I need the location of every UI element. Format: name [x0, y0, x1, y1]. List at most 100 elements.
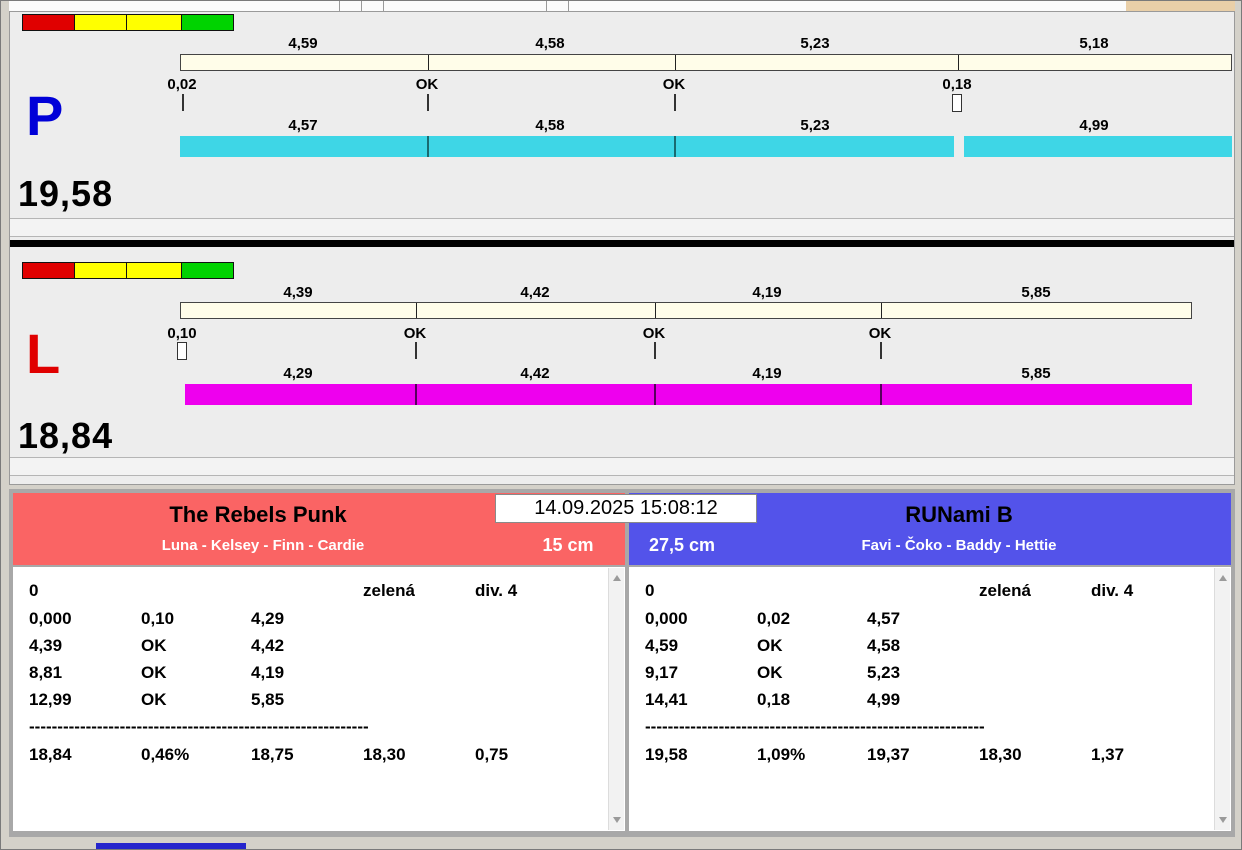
- p-exchange-status: OK: [382, 76, 472, 93]
- team-members: Favi - Čoko - Baddy - Hettie: [729, 537, 1189, 554]
- result-panel-right: 0 zelená div. 4 0,000 0,02 4,57 4,59 OK …: [629, 567, 1231, 831]
- color-label: zelená: [979, 581, 1031, 601]
- p-plan-time-label: 5,18: [1049, 35, 1139, 52]
- result-cell: 4,57: [867, 609, 900, 629]
- result-cell: 4,39: [29, 636, 62, 656]
- light-yellow-1: [75, 15, 128, 30]
- scrollbar[interactable]: [1214, 568, 1230, 830]
- p-time-track: [180, 54, 1232, 71]
- scroll-up-icon[interactable]: [613, 575, 621, 581]
- scroll-up-icon[interactable]: [1219, 575, 1227, 581]
- l-plan-time-label: 5,85: [991, 284, 1081, 301]
- bar-divider: [654, 384, 656, 405]
- l-exchange-status: OK: [370, 325, 460, 342]
- lane-divider: [10, 240, 1234, 247]
- result-cell: 0,000: [645, 609, 688, 629]
- summary-cell: 0,75: [475, 745, 508, 765]
- separator-line: ----------------------------------------…: [645, 717, 985, 737]
- window-edge-line: [383, 1, 384, 11]
- lane-letter-p: P: [26, 88, 63, 144]
- scroll-down-icon[interactable]: [613, 817, 621, 823]
- p-split-time-label: 4,99: [1049, 117, 1139, 134]
- summary-cell: 1,37: [1091, 745, 1124, 765]
- run-number: 0: [29, 581, 38, 601]
- result-cell: 9,17: [645, 663, 678, 683]
- p-status-lights: [22, 14, 234, 31]
- result-cell: 4,59: [645, 636, 678, 656]
- l-time-track: [180, 302, 1192, 319]
- result-cell: 4,19: [251, 663, 284, 683]
- result-cell: OK: [141, 690, 167, 710]
- taskbar-fragment: [96, 843, 246, 850]
- timestamp-text: 14.09.2025 15:08:12: [534, 497, 718, 520]
- result-cell: 0,18: [757, 690, 790, 710]
- result-cell: 8,81: [29, 663, 62, 683]
- summary-cell: 18,30: [979, 745, 1022, 765]
- result-cell: 0,000: [29, 609, 72, 629]
- bar-divider: [415, 384, 417, 405]
- track-tick: [655, 303, 656, 318]
- app-window: 4,59 4,58 5,23 5,18 0,02 OK OK 0,18 4,57…: [0, 0, 1242, 850]
- exchange-tick: [654, 342, 656, 359]
- window-corner-decoration: [1126, 1, 1235, 11]
- p-exchange-status: OK: [629, 76, 719, 93]
- summary-cell: 0,46%: [141, 745, 189, 765]
- p-plan-time-label: 4,58: [505, 35, 595, 52]
- result-cell: 5,85: [251, 690, 284, 710]
- scroll-down-icon[interactable]: [1219, 817, 1227, 823]
- result-cell: 0,02: [757, 609, 790, 629]
- exchange-tick: [182, 94, 184, 111]
- p-split-time-label: 4,57: [258, 117, 348, 134]
- p-plan-time-label: 4,59: [258, 35, 348, 52]
- result-cell: 0,10: [141, 609, 174, 629]
- scrollbar[interactable]: [608, 568, 624, 830]
- light-yellow-2: [127, 15, 181, 30]
- division-label: div. 4: [475, 581, 517, 601]
- empty-status-row: [10, 218, 1234, 237]
- result-cell: 4,29: [251, 609, 284, 629]
- lane-total-p: 19,58: [18, 173, 113, 215]
- track-tick: [675, 55, 676, 70]
- result-cell: OK: [757, 636, 783, 656]
- bar-divider: [674, 136, 676, 157]
- top-strip: [9, 1, 1126, 11]
- window-edge-line: [361, 1, 362, 11]
- light-green: [182, 263, 234, 278]
- exchange-tick: [674, 94, 676, 111]
- empty-status-row: [10, 457, 1234, 476]
- exchange-tick: [427, 94, 429, 111]
- light-yellow-2: [127, 263, 181, 278]
- l-exchange-status: OK: [609, 325, 699, 342]
- p-progress-bar: [180, 136, 1232, 157]
- window-edge-line: [546, 1, 547, 11]
- summary-cell: 18,30: [363, 745, 406, 765]
- light-yellow-1: [75, 263, 128, 278]
- l-plan-time-label: 4,42: [490, 284, 580, 301]
- light-red: [23, 263, 75, 278]
- team-name: RUNami B: [729, 502, 1189, 528]
- l-plan-time-label: 4,39: [253, 284, 343, 301]
- result-cell: 5,23: [867, 663, 900, 683]
- bar-divider: [880, 384, 882, 405]
- result-cell: 4,42: [251, 636, 284, 656]
- fault-marker: [952, 94, 962, 112]
- division-label: div. 4: [1091, 581, 1133, 601]
- l-exchange-status: 0,10: [137, 325, 227, 342]
- summary-cell: 1,09%: [757, 745, 805, 765]
- jump-height: 15 cm: [518, 535, 618, 556]
- l-progress-bar: [185, 384, 1192, 405]
- team-members: Luna - Kelsey - Finn - Cardie: [13, 537, 513, 554]
- track-tick: [958, 55, 959, 70]
- lane-letter-l: L: [26, 326, 60, 382]
- l-split-time-label: 4,19: [722, 365, 812, 382]
- results-section: The Rebels Punk Luna - Kelsey - Finn - C…: [9, 489, 1235, 837]
- lane-total-l: 18,84: [18, 415, 113, 457]
- track-tick: [416, 303, 417, 318]
- lanes-panel: 4,59 4,58 5,23 5,18 0,02 OK OK 0,18 4,57…: [9, 11, 1235, 485]
- result-cell: 4,58: [867, 636, 900, 656]
- track-tick: [881, 303, 882, 318]
- l-exchange-status: OK: [835, 325, 925, 342]
- summary-cell: 19,37: [867, 745, 910, 765]
- timestamp: 14.09.2025 15:08:12: [495, 494, 757, 523]
- result-cell: 14,41: [645, 690, 688, 710]
